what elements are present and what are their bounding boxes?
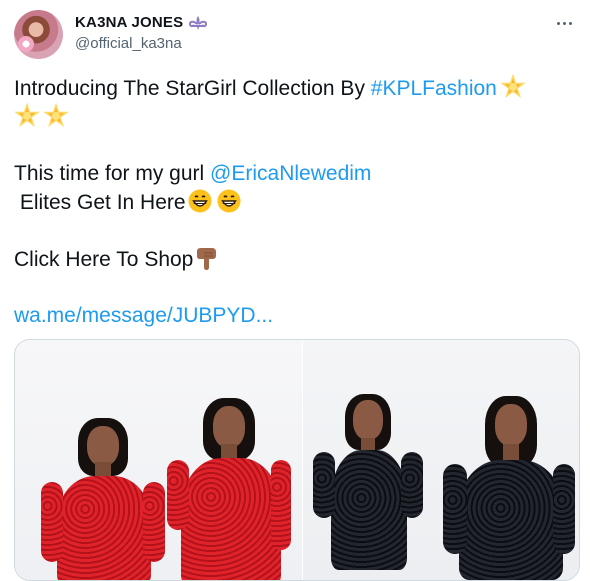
mention-intro-text: This time for my gurl (14, 162, 211, 185)
model-figure (441, 392, 577, 580)
model-figure (163, 390, 293, 580)
tweet-line-shop: Click Here To Shop (14, 245, 576, 274)
name-row: KA3NA JONES (75, 14, 208, 31)
hashtag-link[interactable]: #KPLFashion (371, 77, 497, 100)
glowing-star-emoji (500, 74, 526, 98)
grinning-face-emoji (188, 189, 212, 213)
fleur-de-lis-icon (189, 15, 208, 30)
user-handle[interactable]: @official_ka3na (75, 35, 182, 52)
elites-text: Elites Get In Here (14, 191, 186, 214)
more-options-icon[interactable] (554, 12, 576, 34)
line-break (14, 132, 576, 160)
line-break (14, 274, 576, 302)
glowing-star-emoji (14, 103, 40, 127)
tweet-line-elites: Elites Get In Here (14, 188, 576, 217)
shop-text: Click Here To Shop (14, 248, 194, 271)
display-name[interactable]: KA3NA JONES (75, 14, 183, 31)
mention-link[interactable]: @EricaNlewedim (210, 162, 371, 185)
backhand-index-pointing-down-emoji (197, 248, 217, 270)
tweet-line-mention: This time for my gurl @EricaNlewedim (14, 160, 576, 188)
line-break (14, 217, 576, 245)
media-image-black-dresses[interactable] (303, 340, 579, 580)
tweet-text: Introducing The StarGirl Collection By #… (14, 74, 576, 330)
model-figure (307, 388, 437, 580)
avatar[interactable] (14, 10, 63, 59)
tweet-line-intro: Introducing The StarGirl Collection By #… (14, 74, 576, 103)
glowing-star-emoji (43, 103, 69, 127)
tweet-line-stars (14, 103, 576, 132)
tweet-media[interactable] (14, 339, 580, 581)
model-figure (35, 410, 165, 580)
avatar-flower (18, 36, 34, 52)
shop-link[interactable]: wa.me/message/JUBPYD... (14, 302, 576, 330)
grinning-face-emoji (217, 189, 241, 213)
media-image-red-dresses[interactable] (15, 340, 302, 580)
intro-text: Introducing The StarGirl Collection By (14, 77, 371, 100)
